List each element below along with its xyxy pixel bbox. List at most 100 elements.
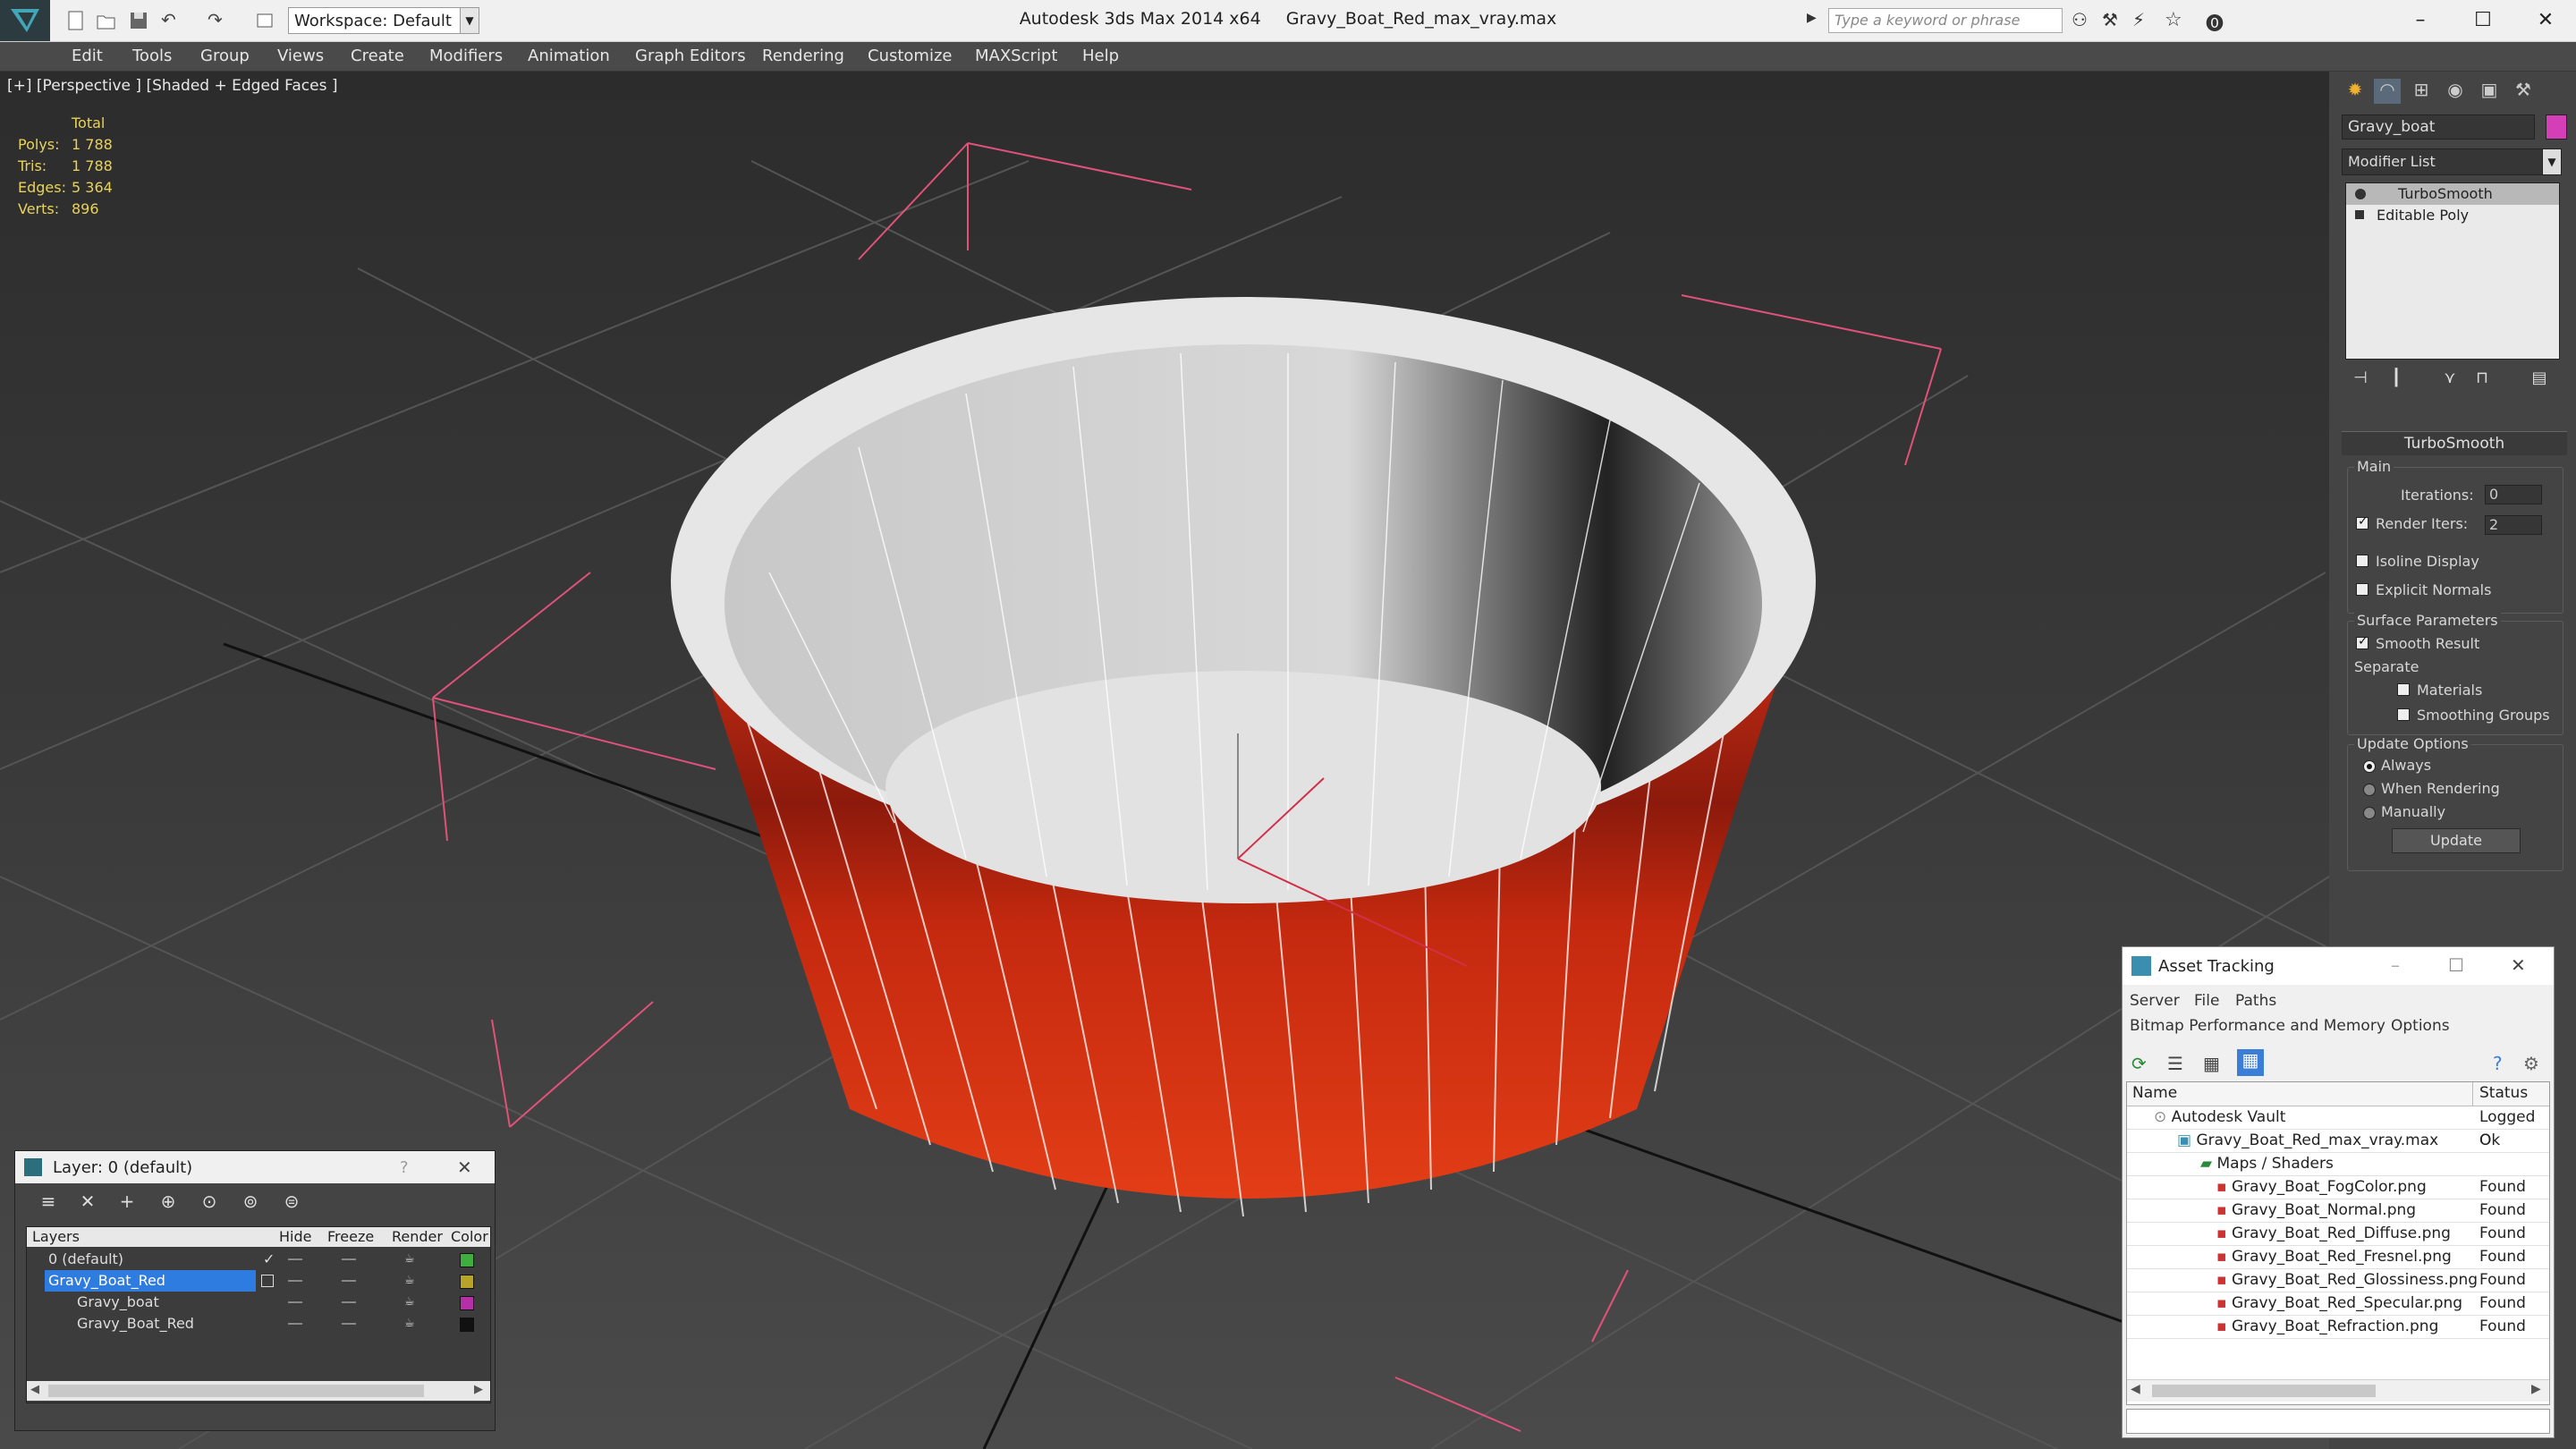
layer-row[interactable]: 0 (default) ✓ ☕ (27, 1249, 490, 1270)
render-teapot-icon[interactable]: ☕ (404, 1249, 415, 1270)
set-current-box[interactable] (261, 1275, 274, 1287)
scroll-left-icon[interactable]: ◀ (2131, 1382, 2140, 1396)
menu-group[interactable]: Group (200, 47, 250, 65)
maximize-icon[interactable]: ☐ (2448, 954, 2464, 976)
search-expand-icon[interactable]: ▶ (1807, 11, 1823, 32)
menu-rendering[interactable]: Rendering (762, 47, 844, 65)
list-view-icon[interactable]: ☰ (2167, 1053, 2187, 1074)
explicit-normals-checkbox[interactable] (2356, 583, 2368, 596)
isoline-display-checkbox[interactable] (2356, 555, 2368, 567)
hierarchy-tab-icon[interactable]: ⊞ (2408, 79, 2435, 104)
menu-views[interactable]: Views (277, 47, 324, 65)
materials-checkbox[interactable] (2397, 683, 2410, 696)
update-button[interactable]: Update (2392, 828, 2521, 853)
utilities-tab-icon[interactable]: ⚒ (2510, 79, 2537, 104)
hide-all-icon[interactable]: ⊜ (280, 1191, 303, 1214)
scroll-thumb[interactable] (48, 1385, 424, 1397)
iterations-spinner[interactable]: 0 (2485, 485, 2542, 504)
asset-menu-server[interactable]: Server (2130, 992, 2180, 1010)
stack-item-turbosmooth[interactable]: TurboSmooth (2346, 183, 2559, 205)
object-color-swatch[interactable] (2546, 114, 2567, 140)
asset-row[interactable]: ▪ Gravy_Boat_Red_Fresnel.png Found (2127, 1245, 2549, 1269)
modify-tab-icon[interactable]: ◠ (2374, 79, 2401, 104)
layer-color-swatch[interactable] (460, 1296, 474, 1310)
render-teapot-icon[interactable]: ☕ (404, 1313, 415, 1335)
select-objects-icon[interactable]: ⊙ (198, 1191, 221, 1214)
minimize-icon[interactable]: – (2391, 954, 2400, 976)
menu-edit[interactable]: Edit (72, 47, 103, 65)
help-button[interactable]: ? (400, 1158, 409, 1177)
minimize-icon[interactable]: – (2402, 5, 2438, 36)
horizontal-scrollbar[interactable]: ◀ ▶ (27, 1381, 490, 1401)
asset-row[interactable]: ▪ Gravy_Boat_FogColor.png Found (2127, 1175, 2549, 1199)
render-iters-checkbox[interactable] (2356, 514, 2368, 530)
render-teapot-icon[interactable]: ☕ (404, 1292, 415, 1313)
asset-menu-file[interactable]: File (2194, 992, 2219, 1010)
menu-tools[interactable]: Tools (132, 47, 172, 65)
asset-row[interactable]: ▪ Gravy_Boat_Red_Diffuse.png Found (2127, 1222, 2549, 1246)
remove-modifier-icon[interactable]: ⊓ (2470, 369, 2494, 392)
horizontal-scrollbar[interactable]: ◀ ▶ (2127, 1379, 2549, 1402)
close-icon[interactable]: ✕ (457, 1157, 472, 1178)
col-color[interactable]: Color (451, 1228, 488, 1245)
layer-color-swatch[interactable] (460, 1253, 474, 1267)
asset-row[interactable]: ▪ Gravy_Boat_Normal.png Found (2127, 1199, 2549, 1223)
layer-row[interactable]: Gravy_Boat_Red ☕ (27, 1270, 490, 1292)
active-check-icon[interactable]: ✓ (263, 1249, 275, 1270)
asset-row[interactable]: ▰ Maps / Shaders (2127, 1152, 2549, 1176)
table-view-icon[interactable]: ▦ (2203, 1053, 2223, 1074)
asset-menu-bitmap-performance[interactable]: Bitmap Performance and Memory (2130, 1017, 2385, 1035)
scroll-left-icon[interactable]: ◀ (30, 1383, 39, 1396)
show-end-result-icon[interactable]: ┃ (2385, 369, 2408, 392)
asset-row[interactable]: ⊙ Autodesk Vault Logged O (2127, 1106, 2549, 1149)
display-tab-icon[interactable]: ▣ (2476, 79, 2503, 104)
menu-help[interactable]: Help (1082, 47, 1119, 65)
menu-graph-editors[interactable]: Graph Editors (635, 47, 746, 65)
delete-layer-icon[interactable]: ✕ (76, 1191, 99, 1214)
pin-stack-icon[interactable]: ⊣ (2349, 369, 2372, 392)
asset-menu-options[interactable]: Options (2391, 1017, 2450, 1035)
grid-view-icon[interactable]: ▦ (2237, 1049, 2264, 1076)
asset-row[interactable]: ▪ Gravy_Boat_Refraction.png Found (2127, 1315, 2549, 1339)
asset-menu-paths[interactable]: Paths (2235, 992, 2276, 1010)
layer-color-swatch[interactable] (460, 1318, 474, 1332)
asset-row[interactable]: ▣ Gravy_Boat_Red_max_vray.max Ok (2127, 1129, 2549, 1153)
col-layers[interactable]: Layers (32, 1228, 80, 1245)
object-name-field[interactable]: Gravy_boat (2342, 114, 2535, 140)
col-hide[interactable]: Hide (279, 1228, 311, 1245)
render-iters-spinner[interactable]: 2 (2485, 515, 2542, 535)
menu-customize[interactable]: Customize (868, 47, 952, 65)
col-name[interactable]: Name (2132, 1084, 2177, 1102)
smoothing-groups-checkbox[interactable] (2397, 708, 2410, 721)
close-icon[interactable]: ✕ (2511, 954, 2526, 976)
menu-modifiers[interactable]: Modifiers (429, 47, 503, 65)
highlight-layer-icon[interactable]: ⊚ (239, 1191, 262, 1214)
asset-path-field[interactable] (2126, 1409, 2550, 1434)
viewport-label[interactable]: [+] [Perspective ] [Shaded + Edged Faces… (7, 77, 337, 95)
stack-item-editable-poly[interactable]: Editable Poly (2346, 205, 2559, 226)
subscription-icon[interactable]: ⚒ (2102, 9, 2125, 32)
refresh-icon[interactable]: ⟳ (2131, 1053, 2151, 1074)
col-render[interactable]: Render (392, 1228, 443, 1245)
rollout-header[interactable]: TurboSmooth (2342, 431, 2567, 455)
motion-tab-icon[interactable]: ◉ (2442, 79, 2469, 104)
col-status[interactable]: Status (2479, 1084, 2528, 1102)
configure-sets-icon[interactable]: ▤ (2528, 369, 2551, 392)
scroll-right-icon[interactable]: ▶ (2531, 1382, 2541, 1396)
favorites-star-icon[interactable]: ☆ (2165, 9, 2188, 32)
add-layer-icon[interactable]: + (115, 1191, 139, 1214)
layer-settings-icon[interactable]: ≡ (37, 1191, 60, 1214)
modifier-list-dropdown-icon[interactable]: ▼ (2542, 148, 2562, 175)
menu-maxscript[interactable]: MAXScript (975, 47, 1057, 65)
close-icon[interactable]: ✕ (2528, 5, 2563, 36)
asset-row[interactable]: ▪ Gravy_Boat_Red_Glossiness.png Found (2127, 1268, 2549, 1292)
modifier-list-select[interactable]: Modifier List (2342, 148, 2560, 175)
search-input[interactable]: Type a keyword or phrase (1828, 8, 2063, 33)
render-teapot-icon[interactable]: ☕ (404, 1270, 415, 1292)
menu-create[interactable]: Create (351, 47, 404, 65)
help-icon[interactable]: ⓿ (2206, 9, 2229, 34)
help-icon[interactable]: ? (2493, 1053, 2512, 1074)
scroll-right-icon[interactable]: ▶ (474, 1383, 483, 1396)
always-radio[interactable] (2363, 760, 2376, 773)
manually-radio[interactable] (2363, 807, 2376, 819)
